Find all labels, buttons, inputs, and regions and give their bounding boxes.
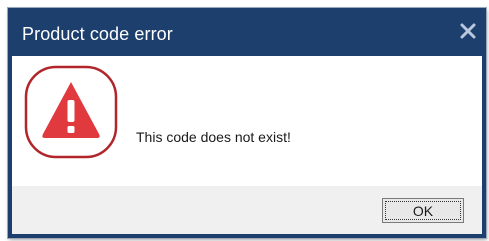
error-message: This code does not exist! [136,129,291,145]
warning-icon [23,64,119,160]
dialog-title: Product code error [22,24,173,44]
dialog-content: This code does not exist! [12,56,482,186]
ok-button-label: OK [385,201,461,220]
dialog-footer: OK [12,186,482,234]
error-dialog: Product code error This code does not ex… [8,8,486,238]
close-icon[interactable] [457,20,479,42]
dialog-titlebar: Product code error [8,8,486,55]
ok-button[interactable]: OK [382,198,464,223]
